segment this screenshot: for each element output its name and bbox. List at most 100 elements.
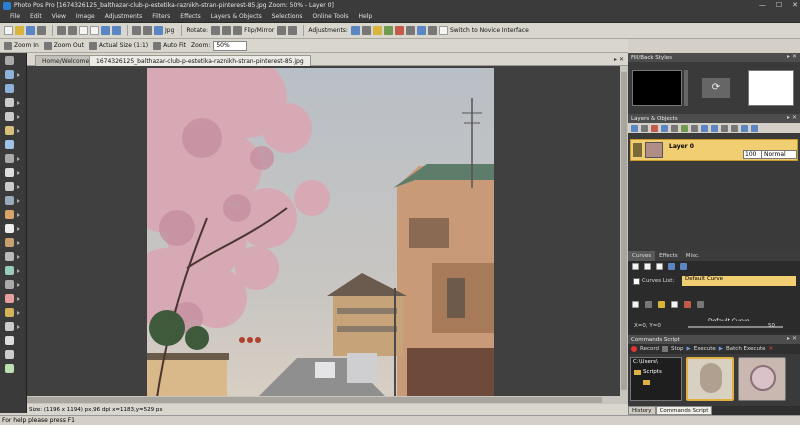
new-layer-icon[interactable] bbox=[631, 124, 638, 132]
layer-bottom-icon[interactable] bbox=[731, 124, 738, 132]
rotate-right-icon[interactable] bbox=[222, 26, 232, 35]
curve-save-icon[interactable] bbox=[656, 263, 663, 270]
fill-bucket-icon[interactable] bbox=[5, 196, 14, 205]
camera-icon[interactable] bbox=[143, 26, 152, 35]
zoom-tool-icon[interactable] bbox=[5, 70, 14, 79]
open-folder-icon[interactable] bbox=[15, 26, 24, 35]
scripts-folder[interactable]: Scripts bbox=[643, 369, 662, 375]
rotate-free-icon[interactable] bbox=[233, 26, 243, 35]
foreground-color-swatch[interactable] bbox=[632, 70, 682, 106]
curves-list-checkbox[interactable] bbox=[633, 278, 640, 285]
pan-tool-icon[interactable] bbox=[5, 84, 14, 93]
background-color-swatch[interactable] bbox=[748, 70, 794, 106]
tool-more-arrow[interactable] bbox=[17, 199, 20, 203]
airbrush-icon[interactable] bbox=[5, 266, 14, 275]
brush-icon[interactable] bbox=[5, 238, 14, 247]
record-button[interactable]: Record bbox=[640, 346, 659, 352]
menu-layers-objects[interactable]: Layers & Objects bbox=[211, 13, 262, 20]
tool-more-arrow[interactable] bbox=[17, 297, 20, 301]
tool-more-arrow[interactable] bbox=[17, 115, 20, 119]
script-thumbnail[interactable] bbox=[686, 357, 734, 401]
panel-close-icon[interactable]: ▸ ✕ bbox=[787, 114, 797, 121]
eraser-icon[interactable] bbox=[5, 294, 14, 303]
maximize-button[interactable]: ☐ bbox=[776, 1, 782, 9]
record-icon[interactable] bbox=[631, 346, 637, 352]
tool-more-arrow[interactable] bbox=[17, 185, 20, 189]
tool-more-arrow[interactable] bbox=[17, 213, 20, 217]
tab-misc[interactable]: Misc. bbox=[682, 251, 704, 261]
shape-tool-icon[interactable] bbox=[5, 182, 14, 191]
curve-line-icon[interactable] bbox=[645, 301, 652, 308]
pencil-icon[interactable] bbox=[5, 252, 14, 261]
scan-icon[interactable] bbox=[132, 26, 141, 35]
layer-arrow-icon[interactable] bbox=[741, 124, 748, 132]
horizontal-scroll-thumb[interactable] bbox=[27, 397, 602, 403]
curve-edit-icon[interactable] bbox=[671, 301, 678, 308]
contrast-icon[interactable] bbox=[361, 26, 371, 35]
undo-icon[interactable] bbox=[57, 26, 66, 35]
layer-top-icon[interactable] bbox=[721, 124, 728, 132]
swap-colors-icon[interactable]: ⟳ bbox=[702, 78, 730, 98]
batch-execute-button[interactable]: Batch Execute bbox=[726, 346, 766, 352]
tab-controls[interactable]: ▸ ✕ bbox=[614, 56, 624, 63]
commands-close-icon[interactable]: ✕ bbox=[769, 346, 774, 352]
flip-icon[interactable] bbox=[277, 26, 287, 35]
script-thumbnail[interactable] bbox=[738, 357, 786, 401]
menu-adjustments[interactable]: Adjustments bbox=[105, 13, 143, 20]
vertical-scrollbar[interactable] bbox=[620, 66, 628, 396]
tool-more-arrow[interactable] bbox=[17, 255, 20, 259]
menu-file[interactable]: File bbox=[10, 13, 20, 20]
email-icon[interactable] bbox=[154, 26, 163, 35]
tool-more-arrow[interactable] bbox=[17, 325, 20, 329]
red-eye-icon[interactable] bbox=[5, 350, 14, 359]
clone-stamp-icon[interactable] bbox=[5, 280, 14, 289]
curve-delete-icon[interactable] bbox=[684, 301, 691, 308]
curve-reset-icon[interactable] bbox=[697, 301, 704, 308]
tool-more-arrow[interactable] bbox=[17, 311, 20, 315]
actual-size-button[interactable]: Actual Size (1:1) bbox=[88, 41, 148, 50]
execute-icon[interactable]: ▶ bbox=[687, 346, 691, 352]
gradient-icon[interactable] bbox=[5, 210, 14, 219]
batch-execute-icon[interactable]: ▶ bbox=[719, 346, 723, 352]
crop-tool-icon[interactable] bbox=[5, 140, 14, 149]
tab-commands-script[interactable]: Commands Script bbox=[655, 406, 713, 415]
save-icon[interactable] bbox=[26, 26, 35, 35]
sharpen-icon[interactable] bbox=[427, 26, 437, 35]
crop-icon[interactable] bbox=[101, 26, 110, 35]
horizontal-scrollbar[interactable] bbox=[27, 396, 628, 404]
curve-down-icon[interactable] bbox=[680, 263, 687, 270]
tool-more-arrow[interactable] bbox=[17, 283, 20, 287]
layer-properties-icon[interactable] bbox=[661, 124, 668, 132]
vertical-scroll-thumb[interactable] bbox=[621, 72, 627, 390]
menu-selections[interactable]: Selections bbox=[272, 13, 303, 20]
menu-online-tools[interactable]: Online Tools bbox=[313, 13, 349, 20]
hue-icon[interactable] bbox=[383, 26, 393, 35]
mirror-icon[interactable] bbox=[288, 26, 298, 35]
tool-more-arrow[interactable] bbox=[17, 73, 20, 77]
paste-icon[interactable] bbox=[90, 26, 99, 35]
close-button[interactable]: ✕ bbox=[792, 1, 798, 9]
merge-layer-icon[interactable] bbox=[671, 124, 678, 132]
menu-filters[interactable]: Filters bbox=[152, 13, 170, 20]
visibility-eye-icon[interactable] bbox=[633, 143, 642, 157]
layer-down-icon[interactable] bbox=[711, 124, 718, 132]
zoom-out-button[interactable]: Zoom Out bbox=[43, 41, 84, 50]
menu-edit[interactable]: Edit bbox=[30, 13, 42, 20]
blur-icon[interactable] bbox=[5, 322, 14, 331]
novice-interface-icon[interactable] bbox=[438, 26, 448, 35]
stop-button[interactable]: Stop bbox=[671, 346, 684, 352]
curve-open-icon[interactable] bbox=[644, 263, 651, 270]
panel-close-icon[interactable]: ▸ ✕ bbox=[787, 335, 797, 342]
tool-more-arrow[interactable] bbox=[17, 227, 20, 231]
tool-more-arrow[interactable] bbox=[17, 171, 20, 175]
tab-document[interactable]: 1674326125_balthazar-club-p-estetika-raz… bbox=[89, 55, 311, 66]
layer-mask-icon[interactable] bbox=[681, 124, 688, 132]
duplicate-layer-icon[interactable] bbox=[641, 124, 648, 132]
menu-view[interactable]: View bbox=[52, 13, 66, 20]
redo-icon[interactable] bbox=[68, 26, 77, 35]
resize-icon[interactable] bbox=[112, 26, 121, 35]
auto-fix-icon[interactable] bbox=[416, 26, 426, 35]
color-balance-icon[interactable] bbox=[372, 26, 382, 35]
new-file-icon[interactable] bbox=[4, 26, 13, 35]
curves-icon[interactable] bbox=[405, 26, 415, 35]
